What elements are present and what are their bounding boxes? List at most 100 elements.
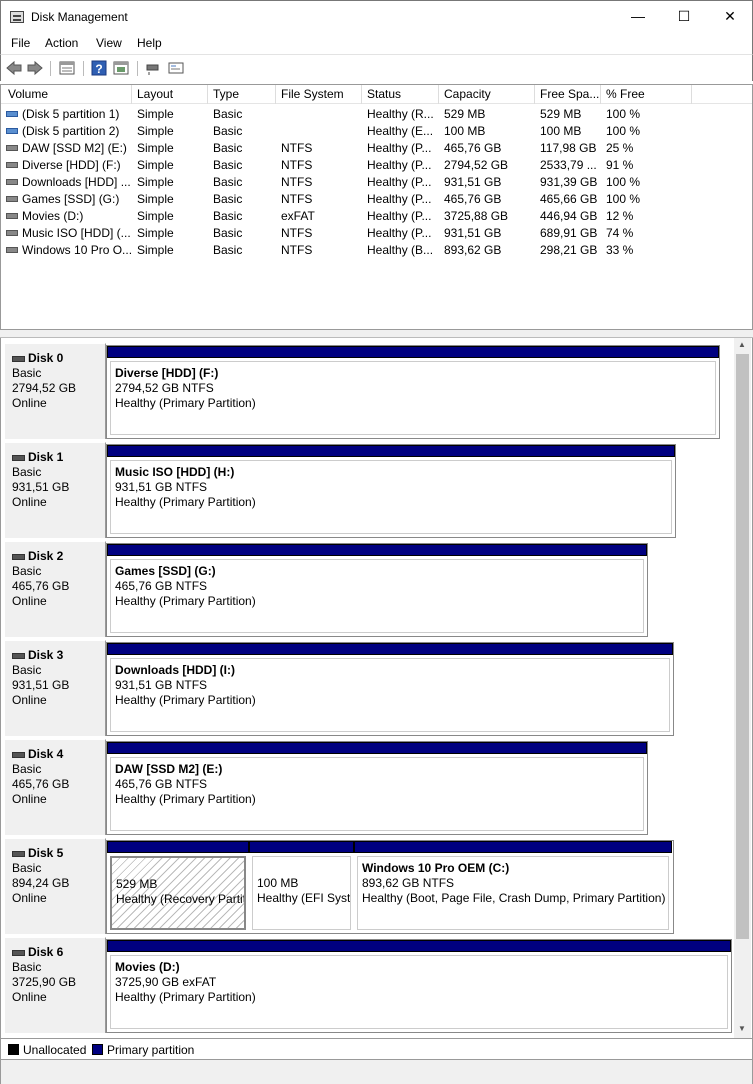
partition-bar [107,742,647,754]
partition-body[interactable]: Windows 10 Pro OEM (C:) 893,62 GB NTFS Hea… [357,856,669,930]
partition[interactable]: Downloads [HDD] (I:) 931,51 GB NTFS Health… [107,643,673,735]
table-cell-volume: (Disk 5 partition 2) [6,124,131,138]
menu-action[interactable]: Action [45,36,78,50]
disk-name-text: Disk 2 [28,549,64,563]
scroll-down-icon[interactable]: ▼ [738,1024,746,1033]
disk-status: Online [12,495,47,509]
menu-bar: File Action View Help [0,32,753,54]
partition[interactable]: DAW [SSD M2] (E:) 465,76 GB NTFS Healthy (… [107,742,647,834]
partition-size: 100 MB [257,876,299,890]
scroll-up-icon[interactable]: ▲ [738,340,746,349]
table-row[interactable]: (Disk 5 partition 1) Simple Basic Healthy (… [1,106,752,123]
partition-body[interactable]: DAW [SSD M2] (E:) 465,76 GB NTFS Healthy (… [110,757,644,831]
table-cell: Simple [137,243,174,257]
col-capacity[interactable]: Capacity [439,85,535,104]
disk-label[interactable]: Disk 6 Basic 3725,90 GB Online [5,937,106,1033]
minimize-button[interactable]: — [615,1,661,32]
volume-icon [6,145,18,151]
table-cell: 100 % [606,124,641,138]
col-status[interactable]: Status [362,85,439,104]
partition-status: Healthy (Primary Partition) [115,495,256,509]
disk-label[interactable]: Disk 2 Basic 465,76 GB Online [5,541,106,637]
volume-name: Music ISO [HDD] (... [22,226,131,240]
table-row[interactable]: (Disk 5 partition 2) Simple Basic Healthy (… [1,123,752,140]
menu-help[interactable]: Help [137,36,162,50]
forward-arrow-icon[interactable] [27,60,43,76]
table-cell-volume: Diverse [HDD] (F:) [6,158,131,172]
table-row[interactable]: Windows 10 Pro O... Simple Basic NTFS Health… [1,242,752,259]
table-cell: 2794,52 GB [444,158,509,172]
scrollbar-thumb[interactable] [736,354,749,939]
partition[interactable]: 100 MB Healthy (EFI Syste [249,841,354,933]
col-layout[interactable]: Layout [132,85,208,104]
volume-icon [6,213,18,219]
rescan-icon[interactable] [145,60,161,76]
back-arrow-icon[interactable] [6,60,22,76]
partition[interactable]: Games [SSD] (G:) 465,76 GB NTFS Healthy (P… [107,544,647,636]
legend-unallocated: Unallocated [23,1043,87,1057]
partition-body[interactable]: Music ISO [HDD] (H:) 931,51 GB NTFS Health… [110,460,672,534]
table-cell: Basic [213,192,243,206]
title-bar: Disk Management — ☐ ✕ [0,0,753,32]
disk-label[interactable]: Disk 4 Basic 465,76 GB Online [5,739,106,835]
pane-splitter[interactable] [0,330,753,338]
menu-file[interactable]: File [11,36,30,50]
table-row[interactable]: Diverse [HDD] (F:) Simple Basic NTFS Healthy… [1,157,752,174]
disk-graph-view: Disk 0 Basic 2794,52 GB Online Diverse [HDD]… [0,338,753,1038]
partition-body[interactable]: Diverse [HDD] (F:) 2794,52 GB NTFS Healthy… [110,361,716,435]
col-type[interactable]: Type [208,85,276,104]
table-cell: NTFS [281,141,313,155]
col-percent-free[interactable]: % Free [601,85,692,104]
volume-icon [6,196,18,202]
refresh-icon[interactable] [113,60,129,76]
partition[interactable]: Diverse [HDD] (F:) 2794,52 GB NTFS Healthy… [107,346,719,438]
table-cell: 529 MB [540,107,582,121]
help-icon[interactable]: ? [91,60,107,76]
table-cell: Healthy (E... [367,124,434,138]
table-row[interactable]: DAW [SSD M2] (E:) Simple Basic NTFS Healthy … [1,140,752,157]
col-file-system[interactable]: File System [276,85,362,104]
legend-primary: Primary partition [107,1043,195,1057]
menu-view[interactable]: View [96,36,122,50]
vertical-scrollbar[interactable]: ▲ ▼ [734,338,751,1038]
table-cell: 931,39 GB [540,175,598,189]
disk-icon [12,652,25,659]
partition-status: Healthy (EFI Syste [257,891,351,905]
disk-name: Disk 5 [12,846,105,861]
partition-body[interactable]: 529 MB Healthy (Recovery Partit [110,856,246,930]
disk-label[interactable]: Disk 0 Basic 2794,52 GB Online [5,343,106,439]
disk-name-text: Disk 6 [28,945,64,959]
partition[interactable]: Music ISO [HDD] (H:) 931,51 GB NTFS Health… [107,445,675,537]
disk-label[interactable]: Disk 1 Basic 931,51 GB Online [5,442,106,538]
partition-body[interactable]: Downloads [HDD] (I:) 931,51 GB NTFS Health… [110,658,670,732]
disk-status: Online [12,396,47,410]
disk-label[interactable]: Disk 3 Basic 931,51 GB Online [5,640,106,736]
table-row[interactable]: Games [SSD] (G:) Simple Basic NTFS Healthy (… [1,191,752,208]
table-row[interactable]: Movies (D:) Simple Basic exFAT Healthy (P...… [1,208,752,225]
table-cell: 74 % [606,226,634,240]
partition[interactable]: Movies (D:) 3725,90 GB exFAT Healthy (Prim… [107,940,731,1032]
disk-label[interactable]: Disk 5 Basic 894,24 GB Online [5,838,106,934]
volume-name: (Disk 5 partition 2) [22,124,120,138]
partition-body[interactable]: Movies (D:) 3725,90 GB exFAT Healthy (Prim… [110,955,728,1029]
close-button[interactable]: ✕ [707,1,753,32]
properties-icon[interactable] [59,60,75,76]
settings-icon[interactable] [168,60,184,76]
table-cell-volume: (Disk 5 partition 1) [6,107,131,121]
partition-body[interactable]: Games [SSD] (G:) 465,76 GB NTFS Healthy (P… [110,559,644,633]
table-cell: Basic [213,158,243,172]
partition-body[interactable]: 100 MB Healthy (EFI Syste [252,856,351,930]
col-free-space[interactable]: Free Spa... [535,85,601,104]
disk-partition-area: DAW [SSD M2] (E:) 465,76 GB NTFS Healthy (… [106,741,648,835]
table-row[interactable]: Music ISO [HDD] (... Simple Basic NTFS Healt… [1,225,752,242]
partition-bar [107,445,675,457]
col-volume[interactable]: Volume [3,85,132,104]
table-cell: Simple [137,192,174,206]
partition-name: Games [SSD] (G:) [115,564,216,578]
partition[interactable]: Windows 10 Pro OEM (C:) 893,62 GB NTFS Hea… [354,841,672,933]
partition[interactable]: 529 MB Healthy (Recovery Partit [107,841,249,933]
maximize-button[interactable]: ☐ [661,1,707,32]
disk-status: Online [12,693,47,707]
table-cell: 465,76 GB [444,192,502,206]
table-row[interactable]: Downloads [HDD] ... Simple Basic NTFS Health… [1,174,752,191]
